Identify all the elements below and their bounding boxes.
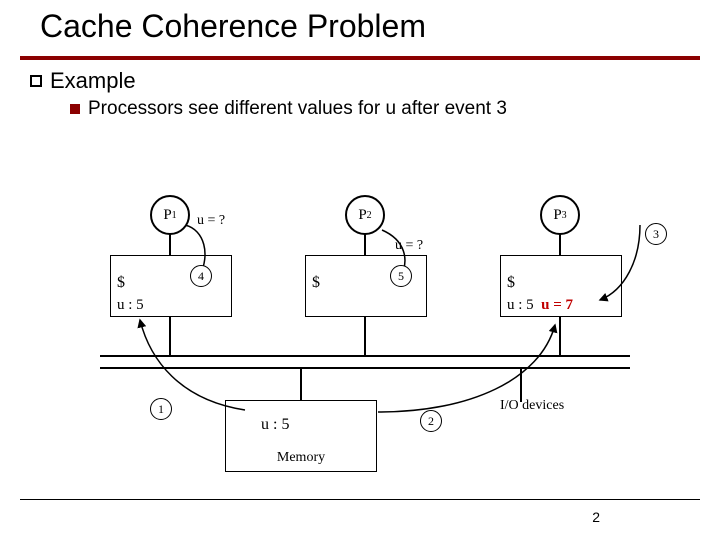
event-3-marker: 3 <box>645 223 667 245</box>
event-1-marker: 1 <box>150 398 172 420</box>
event-4-marker: 4 <box>190 265 212 287</box>
processor-p3: P3 <box>540 195 580 235</box>
diagram: P1 P2 P3 $ u : 5 $ $ u : 5 u = 7 <box>0 0 720 540</box>
processor-p1: P1 <box>150 195 190 235</box>
event-2-marker: 2 <box>420 410 442 432</box>
query-p1: u = ? <box>197 213 225 229</box>
query-p2: u = ? <box>395 238 423 254</box>
event-5-marker: 5 <box>390 265 412 287</box>
processor-p2: P2 <box>345 195 385 235</box>
